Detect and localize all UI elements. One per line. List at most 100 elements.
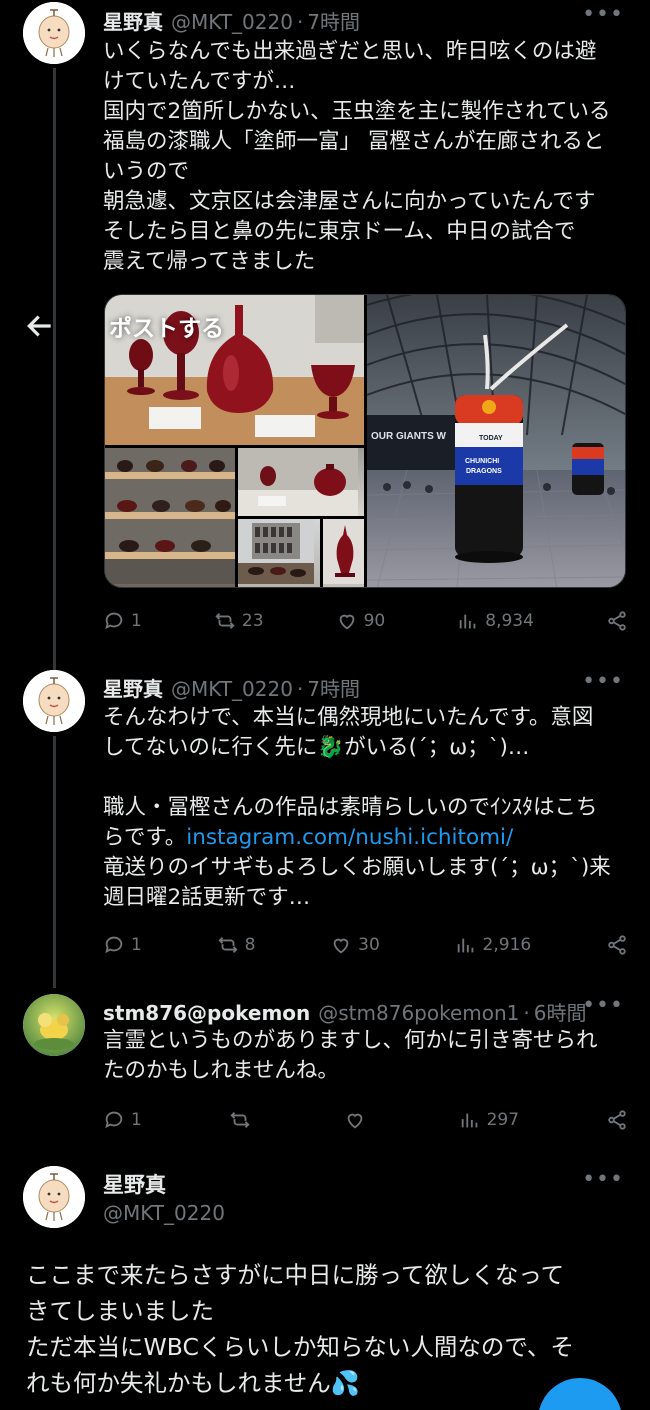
arrow-left-icon[interactable] <box>24 310 56 342</box>
pillar-text-2: DRAGONS <box>466 468 502 475</box>
avatar[interactable] <box>23 1166 85 1228</box>
reply-count: 1 <box>131 934 142 955</box>
user-handle[interactable]: @MKT_0220 <box>171 10 293 34</box>
avatar[interactable] <box>23 994 85 1056</box>
separator-dot: · <box>296 10 304 34</box>
instagram-link[interactable]: instagram.com/nushi.ichitomi/ <box>186 825 513 850</box>
tweet-actions: 1 23 90 8,934 <box>103 606 628 636</box>
timestamp[interactable]: 7時間 <box>307 673 360 702</box>
tweet-header: stm876@pokemon @stm876pokemon1 · 6時間 <box>103 997 587 1026</box>
lacquerware-photo[interactable]: ポストする <box>105 295 364 445</box>
avatar[interactable] <box>23 2 85 64</box>
repost-icon <box>230 1112 250 1128</box>
heart-icon <box>339 614 354 630</box>
tweet-header: 星野真 @MKT_0220 · 7時間 <box>103 673 360 702</box>
shelf-photo[interactable] <box>105 448 235 587</box>
share-button[interactable] <box>606 606 628 636</box>
more-options-icon[interactable]: ••• <box>582 1167 624 1192</box>
pillar-top-text: TODAY <box>479 435 503 442</box>
more-options-icon[interactable]: ••• <box>582 2 624 27</box>
more-options-icon[interactable]: ••• <box>582 669 624 694</box>
text-line: 竜送りのイサギもよろしくお願いします(´；ω；`)来 <box>103 855 611 880</box>
bar-chart-icon <box>457 938 473 953</box>
display-name[interactable]: stm876@pokemon <box>103 1001 310 1025</box>
views-button[interactable]: 8,934 <box>457 606 534 636</box>
tweet-text: いくらなんでも出来過ぎだと思い、昨日呟くのは避 けていたんですが… 国内で2箇所… <box>103 37 633 277</box>
repost-count: 23 <box>241 610 264 631</box>
bar-chart-icon <box>460 614 476 629</box>
like-button[interactable]: 30 <box>330 930 380 960</box>
text-line: そんなわけで、本当に偶然現地にいたんです。意図 <box>103 705 594 730</box>
share-button[interactable] <box>606 930 628 960</box>
heart-icon <box>347 1113 363 1129</box>
text-line: 言霊というものがありますし、何かに引き寄せられ <box>103 1028 598 1053</box>
text-line: 朝急遽、文京区は会津屋さんに向かっていたんです <box>103 189 596 214</box>
cabinet-photo[interactable] <box>238 519 320 587</box>
vase-photo[interactable] <box>320 519 364 587</box>
text-line: 震えて帰ってきました <box>103 249 316 274</box>
separator-dot: · <box>523 1001 530 1025</box>
display-name[interactable]: 星野真 <box>103 673 163 702</box>
user-handle[interactable]: @stm876pokemon1 <box>318 1001 519 1025</box>
share-icon <box>608 1110 626 1130</box>
bar-chart-icon <box>461 1113 477 1128</box>
like-count: 30 <box>358 934 380 955</box>
reply-button[interactable]: 1 <box>103 1105 142 1135</box>
like-button[interactable] <box>344 1105 372 1135</box>
tweet-actions: 1 8 30 2,916 <box>103 930 628 960</box>
tweet-text: 言霊というものがありますし、何かに引き寄せられ たのかもしれませんね。 <box>103 1026 633 1086</box>
repost-button[interactable] <box>229 1105 257 1135</box>
text-fragment: らです。 <box>103 825 187 850</box>
tokyo-dome-photo[interactable]: OUR GIANTS W TODAY CHUNICHI DRAGONS <box>364 295 625 587</box>
text-line <box>103 763 633 793</box>
text-line: きてしまいました <box>26 1297 214 1325</box>
text-line: 職人・冨樫さんの作品は素晴らしいのでｲﾝｽﾀはこち <box>103 795 598 820</box>
views-button[interactable]: 297 <box>459 1105 519 1135</box>
like-count: 90 <box>363 610 386 631</box>
reply-icon <box>105 612 123 630</box>
post-overlay-label[interactable]: ポストする <box>105 295 224 343</box>
share-icon <box>608 935 626 955</box>
user-handle[interactable]: @MKT_0220 <box>171 677 293 701</box>
timestamp[interactable]: 6時間 <box>534 997 587 1026</box>
repost-button[interactable]: 8 <box>217 930 256 960</box>
text-line: 週日曜2話更新です… <box>103 885 311 910</box>
text-line: 国内で2箇所しかない、玉虫塗を主に製作されている <box>103 99 611 124</box>
text-line: 福島の漆職人「塗師一富」 冨樫さんが在廊されると <box>103 129 605 154</box>
media-grid[interactable]: ポストする OUR GIANTS W TODAY CHUNICHI DRAGON… <box>104 294 626 588</box>
text-line: たのかもしれませんね。 <box>103 1058 339 1083</box>
reply-button[interactable]: 1 <box>103 606 142 636</box>
text-line: けていたんですが… <box>103 69 296 94</box>
view-count: 2,916 <box>482 934 532 955</box>
tweet-text: そんなわけで、本当に偶然現地にいたんです。意図 してないのに行く先に🐉がいる(´… <box>103 703 633 913</box>
display-name[interactable]: 星野真 <box>103 1169 166 1199</box>
timestamp[interactable]: 7時間 <box>307 6 360 35</box>
banner-text: OUR GIANTS W <box>371 431 447 442</box>
repost-icon <box>218 937 238 953</box>
display-name[interactable]: 星野真 <box>103 6 163 35</box>
reply-count: 1 <box>131 1109 142 1130</box>
views-button[interactable]: 2,916 <box>455 930 532 960</box>
repost-icon <box>215 613 235 629</box>
text-line: ただ本当にWBCくらいしか知らない人間なので、そ <box>26 1333 574 1361</box>
text-line: そしたら目と鼻の先に東京ドーム、中日の試合で <box>103 219 576 244</box>
repost-button[interactable]: 23 <box>214 606 264 636</box>
reply-icon <box>105 1111 123 1129</box>
heart-icon <box>333 938 349 954</box>
reply-count: 1 <box>131 610 142 631</box>
thread-connector <box>53 736 56 988</box>
text-line-with-link: らです。instagram.com/nushi.ichitomi/ <box>103 823 633 853</box>
view-count: 8,934 <box>485 610 534 631</box>
user-handle[interactable]: @MKT_0220 <box>103 1201 225 1225</box>
like-button[interactable]: 90 <box>336 606 386 636</box>
more-options-icon[interactable]: ••• <box>582 993 624 1018</box>
tweet-actions: 1 297 <box>103 1105 628 1135</box>
text-line: いくらなんでも出来過ぎだと思い、昨日呟くのは避 <box>103 39 597 64</box>
reply-button[interactable]: 1 <box>103 930 142 960</box>
share-button[interactable] <box>606 1105 628 1135</box>
repost-count: 8 <box>244 934 256 955</box>
avatar[interactable] <box>23 670 85 732</box>
jar-photo[interactable] <box>238 448 364 516</box>
view-count: 297 <box>486 1109 520 1130</box>
tweet-text: ここまで来たらさすがに中日に勝って欲しくなって きてしまいました ただ本当にWB… <box>26 1257 626 1401</box>
